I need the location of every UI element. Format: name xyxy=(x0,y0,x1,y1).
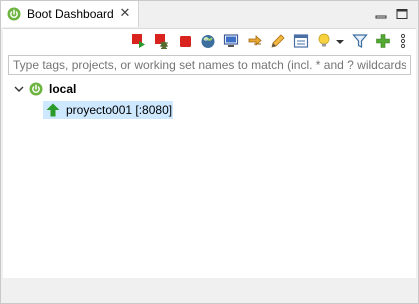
running-arrow-icon xyxy=(46,103,60,117)
open-console-icon[interactable] xyxy=(222,32,240,50)
tab-title: Boot Dashboard xyxy=(27,7,114,21)
dashboard-toolbar xyxy=(3,31,416,53)
tree-node-local[interactable]: local xyxy=(3,81,416,99)
view-tab-bar: Boot Dashboard ✕ xyxy=(1,1,418,28)
status-bar xyxy=(3,278,416,302)
open-browser-icon[interactable] xyxy=(199,32,217,50)
dropdown-icon[interactable] xyxy=(334,32,346,50)
view-menu-icon[interactable] xyxy=(396,32,410,50)
properties-icon[interactable] xyxy=(292,32,310,50)
start-icon[interactable] xyxy=(129,32,147,50)
stop-icon[interactable] xyxy=(176,32,194,50)
tip-icon[interactable] xyxy=(315,32,333,50)
tab-boot-dashboard[interactable]: Boot Dashboard ✕ xyxy=(1,1,139,27)
link-icon[interactable] xyxy=(246,32,264,50)
tree-node-label: local xyxy=(49,82,77,96)
add-icon[interactable] xyxy=(374,32,392,50)
spring-boot-icon xyxy=(29,82,43,96)
close-icon[interactable]: ✕ xyxy=(118,5,132,21)
maximize-icon[interactable] xyxy=(395,7,409,21)
filter-input[interactable] xyxy=(8,55,411,75)
dashboard-panel: local proyecto001 [:8080] xyxy=(3,28,416,278)
debug-icon[interactable] xyxy=(152,32,170,50)
tree-node-proyecto001[interactable]: proyecto001 [:8080] xyxy=(43,101,173,119)
chevron-down-icon[interactable] xyxy=(13,83,25,95)
filter-icon[interactable] xyxy=(351,32,369,50)
tree-node-label: proyecto001 [:8080] xyxy=(66,103,173,117)
edit-icon[interactable] xyxy=(269,32,287,50)
boot-dashboard-view: Boot Dashboard ✕ Type tags, projects, or… xyxy=(0,0,419,304)
minimize-icon[interactable] xyxy=(374,7,388,21)
spring-boot-icon xyxy=(7,7,21,21)
